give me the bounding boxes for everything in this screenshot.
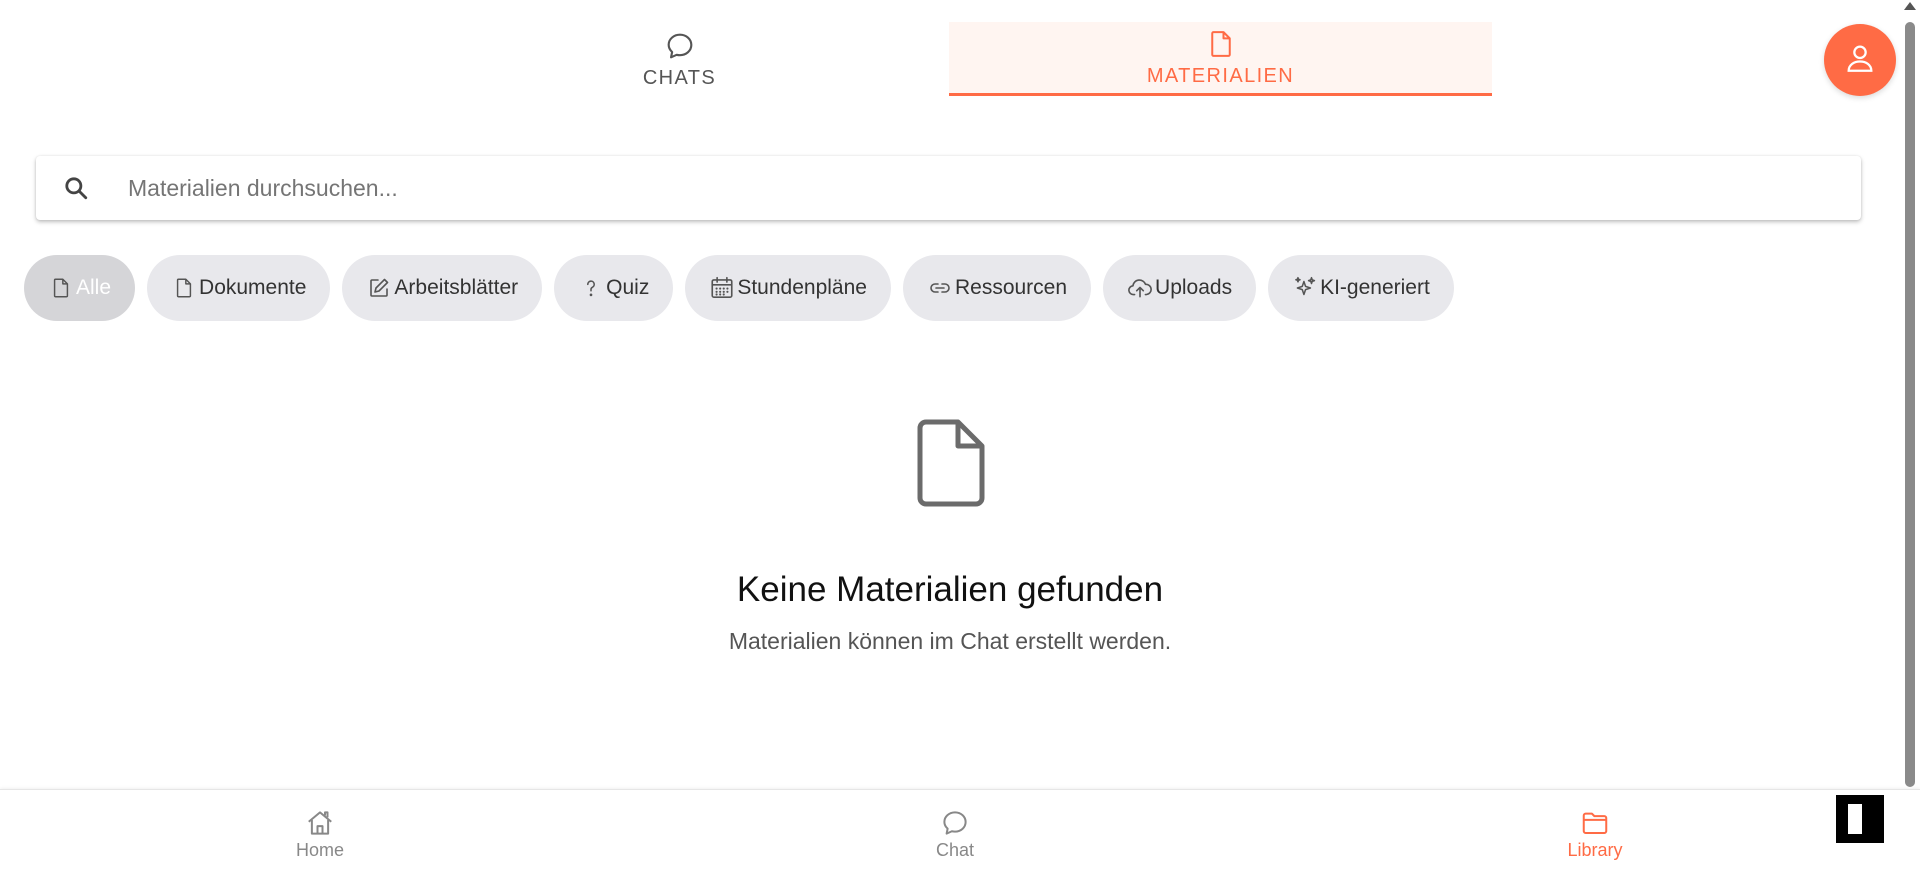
filter-chip-arbeitsblaetter[interactable]: Arbeitsblätter: [342, 255, 543, 321]
edit-icon: [366, 275, 392, 301]
document-icon: [171, 275, 197, 301]
filter-chips: Alle Dokumente Arbeitsblätter Quiz Stund…: [24, 255, 1454, 321]
page-scrollbar[interactable]: [1900, 0, 1920, 790]
nav-library-label: Library: [1567, 840, 1623, 860]
empty-state-title: Keine Materialien gefunden: [736, 570, 1164, 609]
scroll-up-arrow-icon[interactable]: [1904, 2, 1916, 10]
filter-chip-label: KI-generiert: [1320, 276, 1430, 299]
link-icon: [927, 275, 953, 301]
filter-chip-label: Arbeitsblätter: [394, 276, 519, 299]
filter-chip-alle[interactable]: Alle: [24, 255, 136, 321]
nav-chat-label: Chat: [935, 840, 975, 860]
chat-bubble-icon: [940, 808, 970, 838]
empty-document-icon: [914, 418, 986, 508]
filter-chip-label: Quiz: [606, 276, 650, 299]
corner-widget-bar: [1848, 804, 1862, 834]
nav-home[interactable]: Home: [250, 790, 390, 878]
filter-chip-stundenplaene[interactable]: Stundenpläne: [685, 255, 891, 321]
search-input[interactable]: [128, 174, 1778, 202]
nav-home-label: Home: [295, 840, 344, 860]
calendar-icon: [709, 275, 735, 301]
folder-icon: [1580, 808, 1610, 838]
home-icon: [305, 808, 335, 838]
tab-materialien[interactable]: MATERIALIEN: [949, 22, 1492, 96]
search-bar: [36, 156, 1861, 220]
filter-chip-ki-generiert[interactable]: KI-generiert: [1268, 255, 1454, 321]
sparkles-icon: [1292, 275, 1318, 301]
user-avatar-button[interactable]: [1824, 24, 1896, 96]
document-icon: [48, 275, 74, 301]
search-icon: [62, 174, 90, 202]
filter-chip-uploads[interactable]: Uploads: [1103, 255, 1257, 321]
nav-chat[interactable]: Chat: [885, 790, 1025, 878]
filter-chip-label: Dokumente: [199, 276, 307, 299]
question-icon: [578, 275, 604, 301]
bottom-navigation: Home Chat Library: [0, 789, 1920, 878]
tab-chats-label: CHATS: [642, 66, 717, 89]
filter-chip-label: Uploads: [1155, 276, 1233, 299]
nav-library[interactable]: Library: [1525, 790, 1665, 878]
scroll-thumb[interactable]: [1905, 22, 1915, 787]
tab-materialien-label: MATERIALIEN: [1146, 65, 1295, 87]
top-tab-bar: CHATS MATERIALIEN: [0, 22, 1920, 96]
corner-widget[interactable]: [1836, 795, 1884, 843]
empty-state-subtitle: Materialien können im Chat erstellt werd…: [728, 628, 1172, 654]
empty-state: Keine Materialien gefunden Materialien k…: [0, 418, 1900, 655]
filter-chip-label: Stundenpläne: [737, 276, 867, 299]
filter-chip-label: Alle: [76, 276, 112, 299]
user-icon: [1843, 41, 1877, 80]
chat-bubble-icon: [663, 29, 697, 63]
filter-chip-label: Ressourcen: [954, 276, 1068, 299]
tab-chats[interactable]: CHATS: [408, 22, 951, 96]
cloud-upload-icon: [1127, 275, 1153, 301]
filter-chip-dokumente[interactable]: Dokumente: [147, 255, 331, 321]
document-icon: [1204, 27, 1238, 61]
filter-chip-quiz[interactable]: Quiz: [554, 255, 674, 321]
filter-chip-ressourcen[interactable]: Ressourcen: [902, 255, 1092, 321]
